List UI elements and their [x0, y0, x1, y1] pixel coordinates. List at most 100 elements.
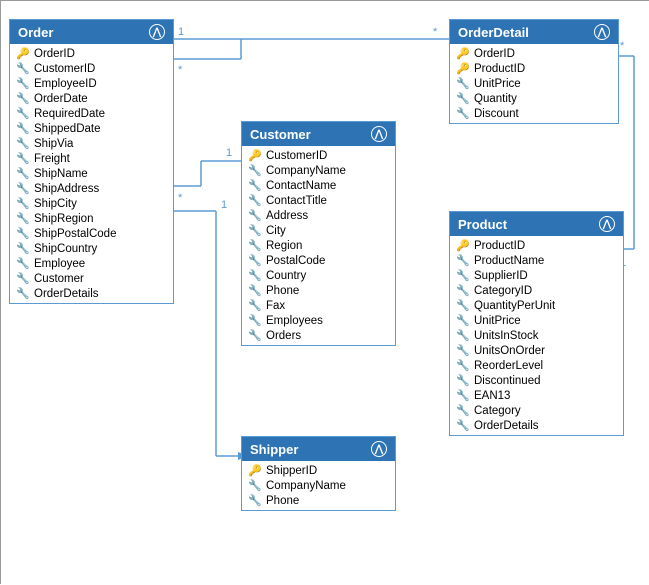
field-icon: 🔧 — [16, 242, 30, 255]
product-collapse-icon[interactable]: ⋀ — [599, 216, 615, 232]
field-icon: 🔧 — [248, 479, 262, 492]
table-row: 🔧 Orders — [242, 328, 395, 343]
field-label: OrderID — [474, 48, 515, 60]
field-label: CustomerID — [266, 150, 327, 162]
field-label: ShipperID — [266, 465, 317, 477]
field-icon: 🔧 — [456, 344, 470, 357]
field-icon: 🔧 — [248, 224, 262, 237]
field-label: ShipCity — [34, 198, 77, 210]
product-title: Product — [458, 217, 507, 232]
field-icon: 🔧 — [16, 227, 30, 240]
field-label: CompanyName — [266, 480, 346, 492]
field-icon: 🔧 — [456, 404, 470, 417]
field-label: ProductID — [474, 63, 525, 75]
field-label: ContactTitle — [266, 195, 327, 207]
field-icon: 🔧 — [456, 419, 470, 432]
table-row: 🔑 ShipperID — [242, 463, 395, 478]
field-label: RequiredDate — [34, 108, 105, 120]
table-row: 🔑 ProductID — [450, 238, 623, 253]
pk-icon: 🔑 — [248, 149, 262, 162]
field-icon: 🔧 — [16, 137, 30, 150]
field-icon: 🔧 — [16, 287, 30, 300]
table-row: 🔧 Quantity — [450, 91, 618, 106]
field-label: OrderDetails — [474, 420, 539, 432]
table-row: 🔧 Phone — [242, 493, 395, 508]
field-label: UnitsInStock — [474, 330, 539, 342]
field-label: OrderDetails — [34, 288, 99, 300]
table-row: 🔧 RequiredDate — [10, 106, 173, 121]
table-row: 🔧 ShipCity — [10, 196, 173, 211]
orderdetail-entity: OrderDetail ⋀ 🔑 OrderID 🔑 ProductID 🔧 Un… — [449, 19, 619, 124]
product-body: 🔑 ProductID 🔧 ProductName 🔧 SupplierID 🔧… — [450, 236, 623, 435]
field-icon: 🔧 — [16, 122, 30, 135]
field-label: Country — [266, 270, 306, 282]
order-entity: Order ⋀ 🔑 OrderID 🔧 CustomerID 🔧 Employe… — [9, 19, 174, 304]
field-icon: 🔧 — [248, 299, 262, 312]
table-row: 🔧 OrderDate — [10, 91, 173, 106]
field-icon: 🔧 — [248, 284, 262, 297]
order-collapse-icon[interactable]: ⋀ — [149, 24, 165, 40]
shipper-entity: Shipper ⋀ 🔑 ShipperID 🔧 CompanyName 🔧 Ph… — [241, 436, 396, 511]
diagram-container: 1 * * * 1 1 * 1 Order ⋀ — [1, 1, 649, 585]
field-label: Phone — [266, 495, 299, 507]
table-row: 🔧 ShipPostalCode — [10, 226, 173, 241]
field-label: ShipCountry — [34, 243, 97, 255]
shipper-title: Shipper — [250, 442, 298, 457]
field-icon: 🔧 — [16, 77, 30, 90]
field-icon: 🔧 — [248, 239, 262, 252]
table-row: 🔧 ContactName — [242, 178, 395, 193]
field-label: EmployeeID — [34, 78, 97, 90]
orderdetail-collapse-icon[interactable]: ⋀ — [594, 24, 610, 40]
table-row: 🔧 ShipName — [10, 166, 173, 181]
table-row: 🔧 ContactTitle — [242, 193, 395, 208]
field-label: Region — [266, 240, 302, 252]
table-row: 🔧 UnitsInStock — [450, 328, 623, 343]
field-label: Discount — [474, 108, 519, 120]
order-title: Order — [18, 25, 53, 40]
field-label: Employee — [34, 258, 85, 270]
table-row: 🔧 Category — [450, 403, 623, 418]
field-label: SupplierID — [474, 270, 528, 282]
table-row: 🔧 Employee — [10, 256, 173, 271]
field-label: Customer — [34, 273, 84, 285]
table-row: 🔧 ShipRegion — [10, 211, 173, 226]
field-icon: 🔧 — [16, 182, 30, 195]
table-row: 🔑 CustomerID — [242, 148, 395, 163]
field-label: Orders — [266, 330, 301, 342]
table-row: 🔧 ProductName — [450, 253, 623, 268]
field-icon: 🔧 — [248, 254, 262, 267]
table-row: 🔧 Discontinued — [450, 373, 623, 388]
field-label: OrderDate — [34, 93, 88, 105]
table-row: 🔧 OrderDetails — [450, 418, 623, 433]
orderdetail-title: OrderDetail — [458, 25, 529, 40]
field-label: ShipRegion — [34, 213, 93, 225]
field-icon: 🔧 — [248, 164, 262, 177]
field-label: Category — [474, 405, 521, 417]
field-icon: 🔧 — [456, 269, 470, 282]
field-icon: 🔧 — [16, 212, 30, 225]
field-label: EAN13 — [474, 390, 510, 402]
table-row: 🔧 UnitsOnOrder — [450, 343, 623, 358]
field-icon: 🔧 — [456, 329, 470, 342]
table-row: 🔧 CustomerID — [10, 61, 173, 76]
field-label: Fax — [266, 300, 285, 312]
shipper-collapse-icon[interactable]: ⋀ — [371, 441, 387, 457]
customer-title: Customer — [250, 127, 311, 142]
svg-text:1: 1 — [178, 26, 184, 38]
field-icon: 🔧 — [16, 152, 30, 165]
table-row: 🔑 OrderID — [450, 46, 618, 61]
field-icon: 🔧 — [16, 92, 30, 105]
field-label: UnitPrice — [474, 315, 521, 327]
svg-text:*: * — [620, 40, 625, 52]
customer-body: 🔑 CustomerID 🔧 CompanyName 🔧 ContactName… — [242, 146, 395, 345]
table-row: 🔧 OrderDetails — [10, 286, 173, 301]
customer-collapse-icon[interactable]: ⋀ — [371, 126, 387, 142]
table-row: 🔧 ReorderLevel — [450, 358, 623, 373]
field-icon: 🔧 — [16, 272, 30, 285]
field-label: UnitsOnOrder — [474, 345, 545, 357]
shipper-body: 🔑 ShipperID 🔧 CompanyName 🔧 Phone — [242, 461, 395, 510]
table-row: 🔑 ProductID — [450, 61, 618, 76]
field-label: ProductName — [474, 255, 544, 267]
svg-text:1: 1 — [221, 199, 227, 211]
field-label: Freight — [34, 153, 70, 165]
